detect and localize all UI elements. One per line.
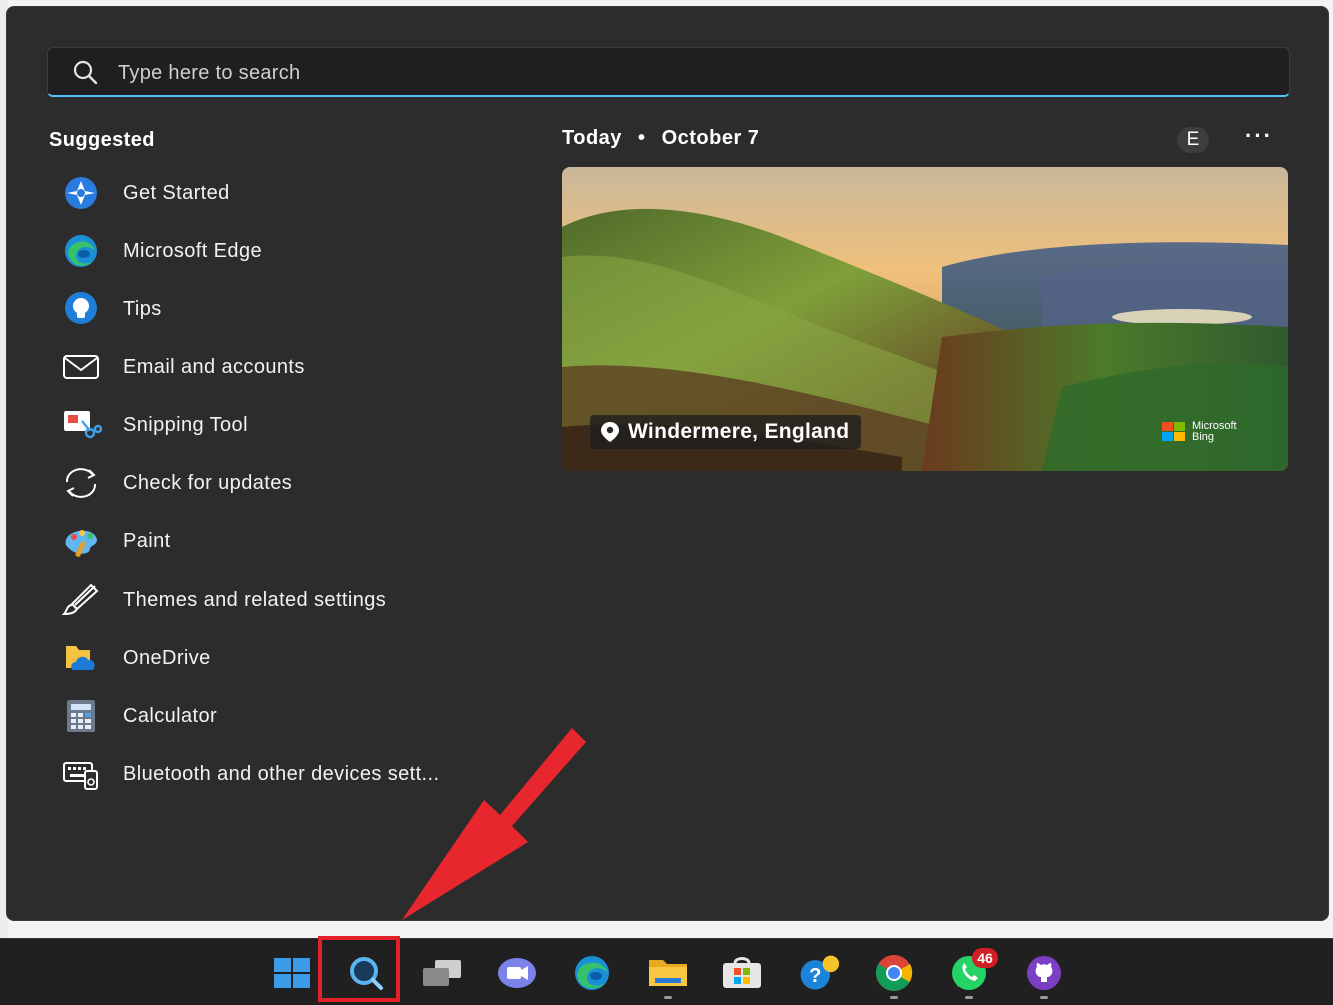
- svg-text:?: ?: [809, 965, 821, 987]
- paint-palette-icon: [59, 521, 103, 561]
- suggested-heading: Suggested: [49, 129, 155, 151]
- suggested-item-get-started[interactable]: Get Started: [59, 168, 499, 218]
- separator-dot: •: [637, 127, 646, 149]
- microsoft-bing-logo: Microsoft Bing: [1162, 421, 1237, 443]
- today-hero-image[interactable]: Windermere, England Microsoft Bing: [562, 167, 1288, 471]
- microsoft-store-button[interactable]: [720, 951, 764, 995]
- search-icon: [73, 60, 98, 85]
- scissors-icon: [59, 405, 103, 445]
- folder-icon: [649, 960, 687, 986]
- refresh-icon: [59, 463, 103, 503]
- suggested-item-label: Microsoft Edge: [123, 239, 262, 262]
- more-options-button[interactable]: ···: [1245, 123, 1273, 149]
- suggested-item-calculator[interactable]: Calculator: [59, 691, 499, 741]
- running-indicator: [664, 996, 672, 999]
- calculator-icon: [59, 696, 103, 736]
- bing-line2: Bing: [1192, 431, 1215, 443]
- teams-chat-button[interactable]: [495, 951, 539, 995]
- github-icon: [1027, 956, 1061, 990]
- suggested-item-tips[interactable]: Tips: [59, 284, 499, 334]
- store-bag-icon: [723, 957, 761, 988]
- windows-logo-icon: [274, 958, 310, 988]
- get-help-button[interactable]: ?: [796, 951, 840, 995]
- running-indicator: [1040, 996, 1048, 999]
- suggested-item-label: Snipping Tool: [123, 413, 248, 436]
- taskbar-edge-button[interactable]: [570, 951, 614, 995]
- onedrive-folder-icon: [59, 638, 103, 678]
- suggested-item-paint[interactable]: Paint: [59, 516, 499, 566]
- keyboard-devices-icon: [59, 754, 103, 794]
- brush-icon: [59, 580, 103, 620]
- location-pin-icon: [601, 422, 619, 442]
- search-flyout: Type here to search Suggested Get Starte…: [6, 6, 1329, 921]
- suggested-item-snipping-tool[interactable]: Snipping Tool: [59, 400, 499, 450]
- file-explorer-button[interactable]: [646, 951, 690, 999]
- mail-icon: [59, 347, 103, 387]
- search-placeholder: Type here to search: [118, 62, 301, 84]
- suggested-item-label: Get Started: [123, 181, 230, 204]
- suggested-item-label: Check for updates: [123, 471, 293, 494]
- annotation-highlight-box: [318, 936, 400, 1002]
- edge-icon: [59, 231, 103, 271]
- notification-badge: 46: [972, 948, 998, 968]
- suggested-item-check-updates[interactable]: Check for updates: [59, 458, 499, 508]
- task-view-icon: [423, 960, 461, 986]
- suggested-item-label: Paint: [123, 529, 171, 552]
- video-chat-icon: [498, 958, 536, 988]
- task-view-button[interactable]: [420, 951, 464, 995]
- taskbar: ?: [0, 938, 1333, 1005]
- get-started-icon: [59, 173, 103, 213]
- suggested-item-label: Calculator: [123, 704, 218, 727]
- suggested-item-label: Themes and related settings: [123, 588, 387, 611]
- edge-icon: [575, 956, 609, 990]
- help-icon: ?: [800, 955, 840, 990]
- microsoft-logo-icon: [1162, 422, 1185, 441]
- suggested-item-themes[interactable]: Themes and related settings: [59, 575, 499, 625]
- running-indicator: [890, 996, 898, 999]
- location-label[interactable]: Windermere, England: [590, 415, 862, 449]
- today-label: Today: [562, 127, 622, 149]
- chrome-button[interactable]: [872, 951, 916, 999]
- suggested-item-label: Tips: [123, 297, 162, 320]
- lightbulb-icon: [59, 289, 103, 329]
- suggested-item-label: OneDrive: [123, 646, 211, 669]
- suggested-item-bluetooth[interactable]: Bluetooth and other devices sett...: [59, 749, 499, 799]
- location-text: Windermere, England: [628, 420, 850, 443]
- suggested-item-microsoft-edge[interactable]: Microsoft Edge: [59, 226, 499, 276]
- running-indicator: [965, 996, 973, 999]
- suggested-item-label: Email and accounts: [123, 355, 305, 378]
- github-desktop-button[interactable]: [1022, 951, 1066, 999]
- today-date: October 7: [661, 127, 760, 149]
- search-input[interactable]: Type here to search: [47, 47, 1290, 97]
- start-button[interactable]: [270, 951, 314, 995]
- suggested-item-email-accounts[interactable]: Email and accounts: [59, 342, 499, 392]
- today-heading: Today • October 7: [562, 127, 759, 150]
- suggested-item-label: Bluetooth and other devices sett...: [123, 762, 440, 785]
- suggested-item-onedrive[interactable]: OneDrive: [59, 633, 499, 683]
- chrome-icon: [876, 955, 913, 991]
- account-avatar[interactable]: E: [1177, 127, 1209, 153]
